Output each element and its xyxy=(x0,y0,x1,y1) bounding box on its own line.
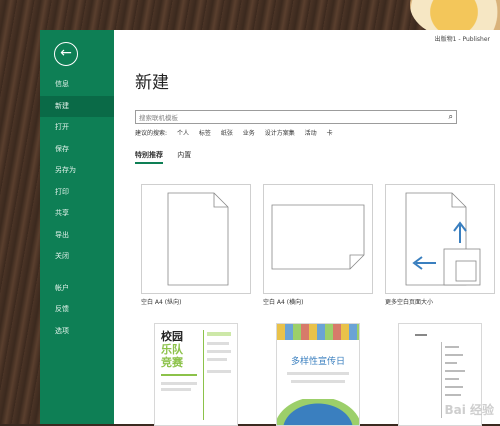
suggested-searches: 建议的搜索: 个人 标签 纸张 业务 设计方案集 活动 卡 xyxy=(135,128,341,137)
poster-accent-bar xyxy=(161,374,197,376)
template-blank-a4-landscape[interactable] xyxy=(263,184,373,294)
watermark: Bai 经验 xyxy=(444,403,494,417)
suggested-item[interactable]: 纸张 xyxy=(221,130,233,137)
search-input[interactable]: 搜索联机模板 ⌕ xyxy=(135,110,457,124)
back-arrow-icon[interactable]: ← xyxy=(54,42,78,66)
sidebar-item-open[interactable]: 打开 xyxy=(40,117,114,139)
backstage-sidebar: ← 信息 新建 打开 保存 另存为 打印 共享 导出 关闭 帐户 反馈 选项 xyxy=(40,30,114,424)
sidebar-item-new[interactable]: 新建 xyxy=(40,95,114,117)
blank-portrait-thumbnail xyxy=(167,192,229,286)
tab-featured[interactable]: 特别推荐 xyxy=(135,150,163,164)
search-icon[interactable]: ⌕ xyxy=(449,111,453,123)
suggested-item[interactable]: 活动 xyxy=(305,130,317,137)
sidebar-item-info[interactable]: 信息 xyxy=(40,74,114,96)
poster-line2: 乐队 xyxy=(161,343,183,356)
sidebar-item-account[interactable]: 帐户 xyxy=(40,278,114,300)
template-label: 空白 A4 (横向) xyxy=(263,299,304,306)
poster-wave xyxy=(277,399,359,425)
template-band-contest-poster[interactable]: 校园 乐队 竞赛 xyxy=(154,323,238,426)
suggested-label: 建议的搜索: xyxy=(135,130,168,137)
template-blank-a4-portrait[interactable] xyxy=(141,184,251,294)
sidebar-item-share[interactable]: 共享 xyxy=(40,203,114,225)
sidebar-item-feedback[interactable]: 反馈 xyxy=(40,299,114,321)
publisher-window: ← 信息 新建 打开 保存 另存为 打印 共享 导出 关闭 帐户 反馈 选项 出… xyxy=(40,30,500,426)
more-sizes-thumbnail xyxy=(405,192,481,286)
template-diversity-day-poster[interactable]: 多样性宣传日 xyxy=(276,323,360,426)
suggested-item[interactable]: 个人 xyxy=(177,130,189,137)
suggested-item[interactable]: 卡 xyxy=(327,130,333,137)
template-more-sizes[interactable] xyxy=(385,184,495,294)
poster-banner xyxy=(277,324,359,340)
suggested-item[interactable]: 标签 xyxy=(199,130,211,137)
poster-line1: 校园 xyxy=(161,330,183,343)
template-label: 空白 A4 (纵向) xyxy=(141,299,182,306)
template-label: 更多空白页面大小 xyxy=(385,299,434,306)
sidebar-item-print[interactable]: 打印 xyxy=(40,182,114,204)
main-panel: 出版物1 - Publisher 新建 搜索联机模板 ⌕ 建议的搜索: 个人 标… xyxy=(114,30,500,426)
sidebar-item-save[interactable]: 保存 xyxy=(40,139,114,161)
tab-builtin[interactable]: 内置 xyxy=(177,150,191,162)
sidebar-item-save-as[interactable]: 另存为 xyxy=(40,160,114,182)
sidebar-item-export[interactable]: 导出 xyxy=(40,225,114,247)
suggested-item[interactable]: 业务 xyxy=(243,130,255,137)
sidebar-item-options[interactable]: 选项 xyxy=(40,321,114,343)
poster-title: 多样性宣传日 xyxy=(290,357,345,367)
poster-divider xyxy=(203,330,204,420)
sidebar-nav: 信息 新建 打开 保存 另存为 打印 共享 导出 关闭 帐户 反馈 选项 xyxy=(40,74,114,342)
search-placeholder: 搜索联机模板 xyxy=(139,114,178,122)
poster-line3: 竞赛 xyxy=(161,356,183,369)
blank-landscape-thumbnail xyxy=(271,204,365,270)
sidebar-item-close[interactable]: 关闭 xyxy=(40,246,114,268)
window-title: 出版物1 - Publisher xyxy=(434,36,490,43)
page-title: 新建 xyxy=(135,73,169,93)
suggested-item[interactable]: 设计方案集 xyxy=(265,130,295,137)
template-tabs: 特别推荐 内置 xyxy=(135,150,203,164)
